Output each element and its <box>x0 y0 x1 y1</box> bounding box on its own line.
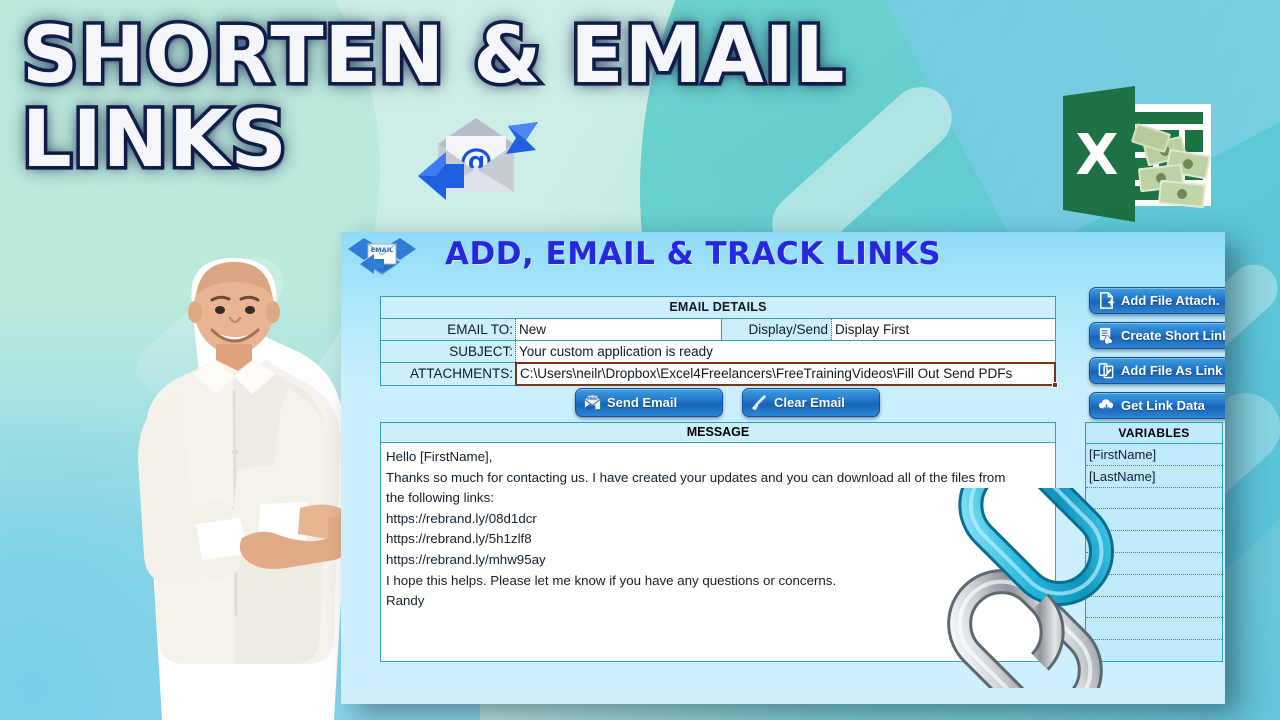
variable-row[interactable] <box>1086 597 1222 619</box>
variable-row[interactable] <box>1086 553 1222 575</box>
variable-row[interactable] <box>1086 488 1222 510</box>
svg-text:EMAIL: EMAIL <box>588 396 598 400</box>
get-link-data-label: Get Link Data <box>1121 398 1205 413</box>
variables-list: [FirstName] [LastName] <box>1085 444 1223 662</box>
create-short-link-label: Create Short Link <box>1121 328 1225 343</box>
subject-row: SUBJECT: Your custom application is read… <box>381 341 1055 363</box>
create-short-link-button[interactable]: Create Short Link <box>1089 322 1225 349</box>
add-file-attach-button[interactable]: Add File Attach. <box>1089 287 1225 314</box>
svg-text:X: X <box>1075 123 1118 188</box>
panel-header: EMAIL ADD, EMAIL & TRACK LINKS <box>341 232 1225 284</box>
attachments-row: ATTACHMENTS: C:\Users\neilr\Dropbox\Exce… <box>381 362 1058 388</box>
variables-header: VARIABLES <box>1085 422 1223 444</box>
clear-email-button[interactable]: Clear Email <box>742 388 880 417</box>
message-line: the following links: <box>386 490 494 506</box>
send-email-label: Send Email <box>607 395 678 410</box>
cloud-download-icon <box>1098 399 1114 412</box>
message-block: MESSAGE Hello [FirstName], Thanks so much… <box>380 422 1056 662</box>
file-copy-pencil-icon <box>1098 363 1114 379</box>
email-at-envelope-icon: @ <box>418 118 538 200</box>
add-file-as-link-label: Add File As Link <box>1121 363 1223 378</box>
message-line: Randy <box>386 593 425 609</box>
message-line: https://rebrand.ly/mhw95ay <box>386 551 546 567</box>
message-line: Thanks so much for contacting us. I have… <box>386 469 1006 485</box>
variables-block: VARIABLES [FirstName] [LastName] <box>1085 422 1223 662</box>
email-details-header: EMAIL DETAILS <box>381 297 1055 319</box>
variable-row[interactable] <box>1086 509 1222 532</box>
svg-text:EMAIL: EMAIL <box>371 246 394 254</box>
file-plus-icon <box>1100 292 1115 309</box>
message-textarea[interactable]: Hello [FirstName], Thanks so much for con… <box>380 442 1056 662</box>
broom-icon <box>751 394 767 411</box>
add-file-as-link-button[interactable]: Add File As Link <box>1089 357 1225 384</box>
variable-row[interactable] <box>1086 575 1222 597</box>
message-line: I hope this helps. Please let me know if… <box>386 572 837 588</box>
excel-app-panel: EMAIL ADD, EMAIL & TRACK LINKS EMAIL DET… <box>341 232 1225 704</box>
link-hand-icon <box>1099 327 1113 345</box>
attachments-cell-wrap: C:\Users\neilr\Dropbox\Excel4Freelancers… <box>515 362 1058 388</box>
email-envelope-icon: EMAIL <box>583 394 601 412</box>
email-details-table: EMAIL DETAILS EMAIL TO: New Display/Send… <box>380 296 1058 388</box>
message-line: https://rebrand.ly/08d1dcr <box>386 510 537 526</box>
variable-row[interactable]: [FirstName] <box>1086 444 1222 466</box>
send-email-button[interactable]: EMAIL Send Email <box>575 388 723 417</box>
display-send-field[interactable]: Display First <box>832 319 1055 340</box>
attachments-field[interactable]: C:\Users\neilr\Dropbox\Excel4Freelancers… <box>515 362 1056 386</box>
attachments-label: ATTACHMENTS: <box>381 363 516 385</box>
message-line: https://rebrand.ly/5h1zlf8 <box>386 531 532 547</box>
clear-email-label: Clear Email <box>774 395 845 410</box>
cell-fill-handle[interactable] <box>1052 382 1058 388</box>
excel-money-icon: X <box>1063 86 1211 222</box>
get-link-data-button[interactable]: Get Link Data <box>1089 392 1225 419</box>
email-to-label: EMAIL TO: <box>381 319 516 340</box>
email-to-row: EMAIL TO: New Display/Send Display First <box>381 319 1055 341</box>
presenter-photo <box>138 258 361 720</box>
variable-row[interactable] <box>1086 618 1222 641</box>
panel-title: ADD, EMAIL & TRACK LINKS <box>445 236 942 272</box>
add-file-attach-label: Add File Attach. <box>1121 293 1220 308</box>
dropbox-email-logo-icon: EMAIL <box>348 238 416 275</box>
message-line: Hello [FirstName], <box>386 449 493 464</box>
display-send-label: Display/Send <box>722 319 832 340</box>
variable-row[interactable] <box>1086 640 1222 662</box>
subject-field[interactable]: Your custom application is ready <box>516 341 1055 362</box>
message-header: MESSAGE <box>380 422 1056 442</box>
email-to-field[interactable]: New <box>516 319 722 340</box>
variable-row[interactable] <box>1086 531 1222 553</box>
subject-label: SUBJECT: <box>381 341 516 362</box>
variable-row[interactable]: [LastName] <box>1086 466 1222 488</box>
